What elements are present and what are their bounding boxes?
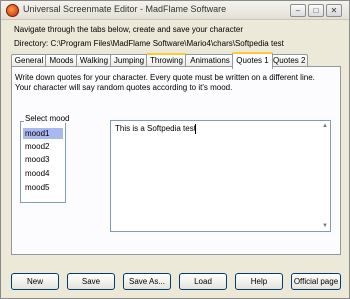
close-button[interactable]: ✕ (326, 4, 342, 17)
tab-moods[interactable]: Moods (45, 54, 78, 66)
title-bar[interactable]: Universal Screenmate Editor - MadFlame S… (1, 1, 349, 20)
minimize-button[interactable]: – (290, 4, 306, 17)
window-title: Universal Screenmate Editor - MadFlame S… (23, 4, 227, 14)
new-button[interactable]: New (11, 273, 59, 290)
load-button[interactable]: Load (179, 273, 227, 290)
tab-animations[interactable]: Animations (185, 54, 235, 66)
panel-description-line2: Your character will say random quotes ac… (15, 83, 233, 92)
mood-list-item[interactable]: mood3 (23, 154, 63, 165)
help-button[interactable]: Help (235, 273, 283, 290)
scroll-down-arrow-icon[interactable]: ▼ (321, 222, 329, 230)
text-caret (195, 124, 196, 134)
tab-quotes-2[interactable]: Quotes 2 (270, 54, 308, 66)
mood-list-item[interactable]: mood1 (23, 128, 63, 139)
maximize-button[interactable]: □ (308, 4, 324, 17)
scroll-up-arrow-icon[interactable]: ▲ (321, 122, 329, 130)
save-button[interactable]: Save (67, 273, 115, 290)
quote-text: This is a Softpedia test (115, 124, 196, 133)
mood-group-label: Select mood (24, 114, 71, 123)
mood-list-item[interactable]: mood2 (23, 141, 63, 152)
instruction-text: Navigate through the tabs below, create … (14, 25, 244, 34)
app-window: Universal Screenmate Editor - MadFlame S… (0, 0, 350, 299)
tab-throwing[interactable]: Throwing (146, 53, 187, 66)
tab-walking[interactable]: Walking (76, 54, 112, 66)
tab-jumping[interactable]: Jumping (110, 54, 148, 66)
quotes-textarea[interactable]: This is a Softpedia test ▲ ▼ (110, 120, 331, 232)
tab-quotes-1[interactable]: Quotes 1 (232, 52, 273, 69)
official-page-button[interactable]: Official page (291, 273, 341, 290)
panel-description-line1: Write down quotes for your character. Ev… (15, 73, 315, 82)
mood-list-item[interactable]: mood4 (23, 168, 63, 179)
directory-path: Directory: C:\Program Files\MadFlame Sof… (14, 39, 284, 48)
tab-general[interactable]: General (11, 54, 47, 66)
mood-list-item[interactable]: mood5 (23, 182, 63, 193)
app-logo-icon (6, 4, 19, 17)
save-as-button[interactable]: Save As... (123, 273, 171, 290)
